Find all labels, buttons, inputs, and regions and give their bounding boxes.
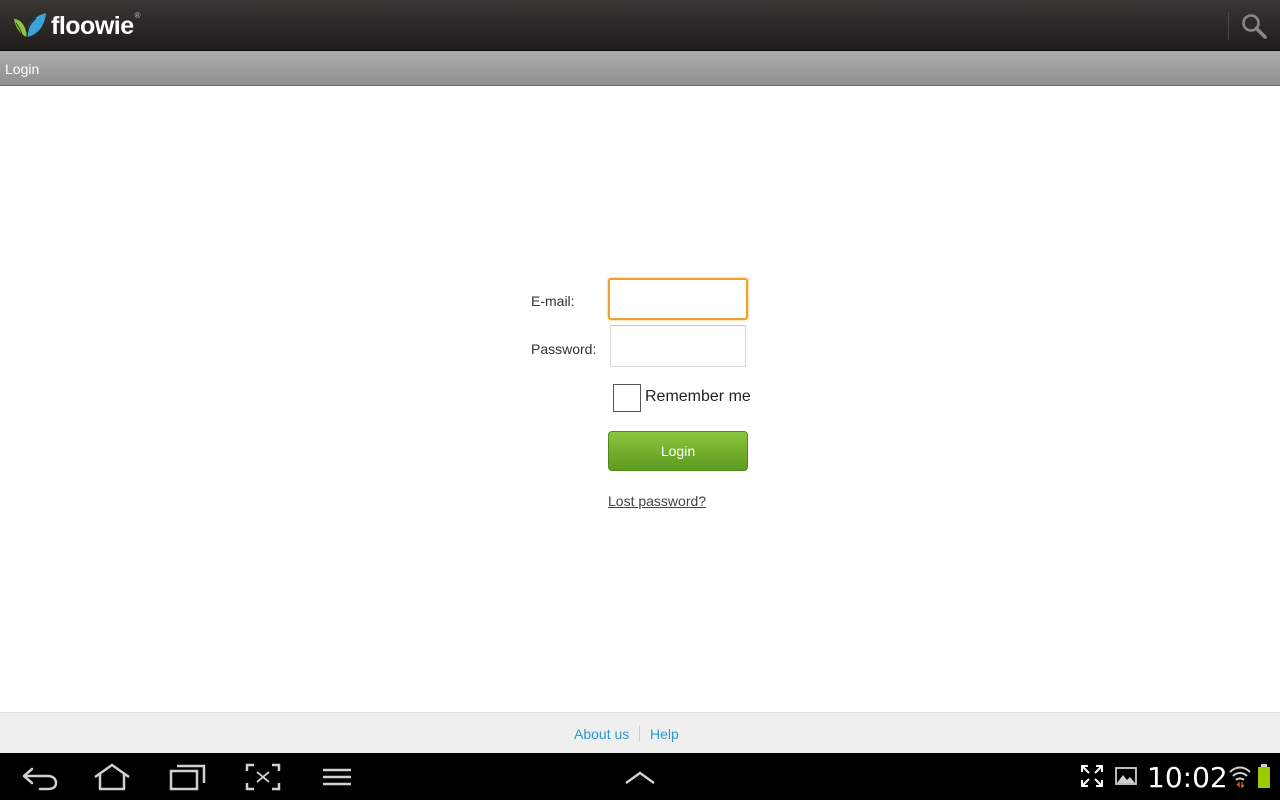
remember-me-label[interactable]: Remember me	[645, 388, 751, 406]
lost-password-link[interactable]: Lost password?	[608, 493, 706, 509]
remember-me-checkbox[interactable]	[613, 384, 641, 412]
recent-apps-icon[interactable]	[168, 762, 208, 792]
app-header: floowie ®	[0, 0, 1280, 51]
gallery-icon	[1115, 767, 1137, 785]
status-clock: 10:02	[1147, 761, 1228, 794]
registered-mark: ®	[134, 10, 141, 20]
about-us-link[interactable]: About us	[574, 726, 629, 742]
email-label: E-mail:	[531, 293, 575, 309]
header-divider	[1228, 12, 1229, 40]
system-navigation-bar: 10:02	[0, 753, 1280, 800]
back-icon[interactable]	[20, 762, 60, 792]
password-label: Password:	[531, 341, 597, 357]
home-icon[interactable]	[92, 762, 132, 792]
app-logo[interactable]: floowie ®	[12, 10, 141, 42]
email-field[interactable]	[608, 278, 748, 320]
menu-icon[interactable]	[318, 762, 358, 792]
leaf-logo-icon	[14, 13, 46, 38]
search-icon[interactable]	[1240, 12, 1268, 40]
password-field[interactable]	[610, 325, 746, 367]
fullscreen-icon[interactable]	[1079, 763, 1105, 789]
footer-separator	[639, 725, 640, 741]
wifi-icon	[1229, 766, 1251, 789]
footer: About us Help	[0, 712, 1280, 753]
screenshot-icon[interactable]	[243, 762, 283, 792]
logo-text: floowie	[51, 11, 134, 40]
login-button[interactable]: Login	[608, 431, 748, 471]
page-title: Login	[5, 61, 40, 77]
help-link[interactable]: Help	[650, 726, 679, 742]
page-title-bar: Login	[0, 51, 1280, 86]
battery-icon	[1258, 764, 1270, 788]
chevron-up-icon[interactable]	[620, 762, 660, 792]
